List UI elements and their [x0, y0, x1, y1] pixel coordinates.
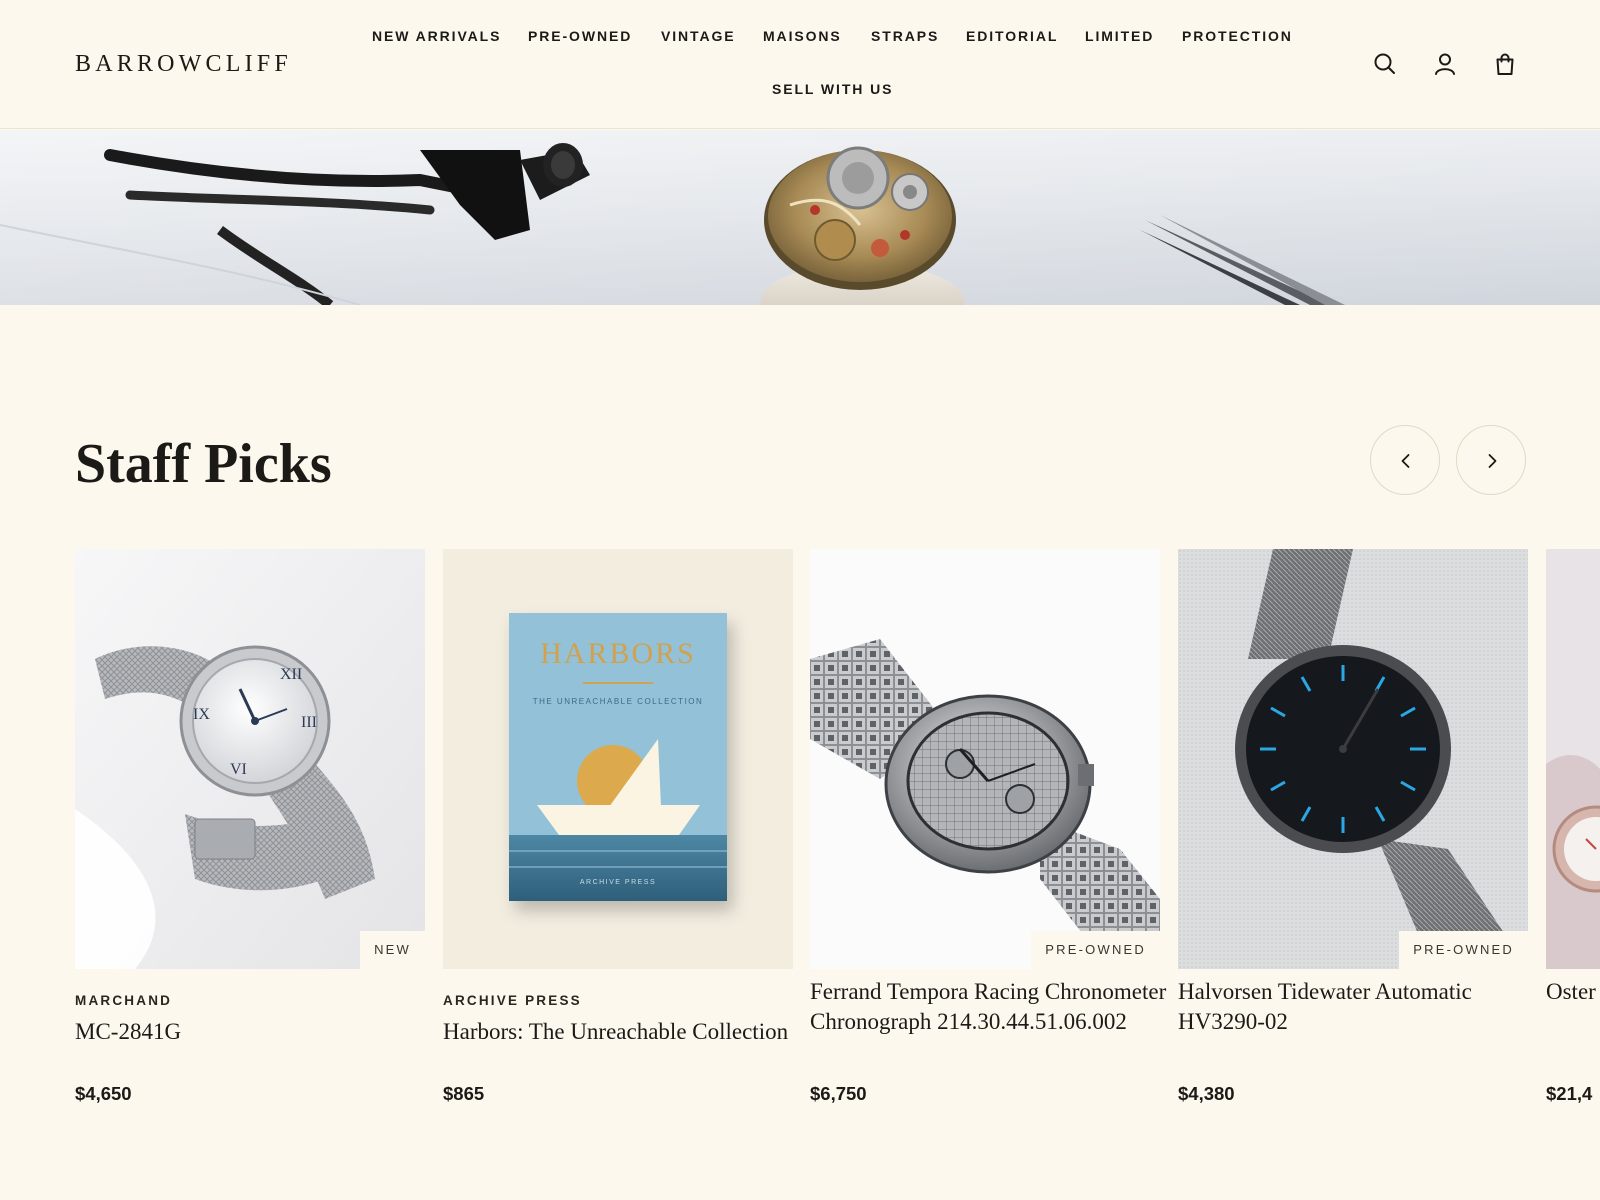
- book-cover-title: HARBORS: [540, 637, 696, 670]
- nav-item-vintage[interactable]: VINTAGE: [661, 26, 736, 46]
- product-name[interactable]: Halvorsen Tidewater Automatic HV3290-02: [1178, 977, 1538, 1037]
- product-brand: MARCHAND: [75, 993, 173, 1008]
- nav-item-straps[interactable]: STRAPS: [871, 26, 939, 46]
- product-name[interactable]: MC-2841G: [75, 1017, 435, 1047]
- svg-text:VI: VI: [230, 761, 247, 778]
- account-icon[interactable]: [1432, 51, 1458, 77]
- product-badge: PRE-OWNED: [1031, 931, 1160, 969]
- nav-item-limited[interactable]: LIMITED: [1085, 26, 1154, 46]
- carousel-next-button[interactable]: [1456, 425, 1526, 495]
- product-image[interactable]: PRE-OWNED: [810, 549, 1160, 969]
- product-card[interactable]: PRE-OWNED Ferrand Tempora Racing Chronom…: [810, 549, 1166, 1109]
- svg-text:XII: XII: [280, 666, 302, 683]
- nav-item-editorial[interactable]: EDITORIAL: [966, 26, 1058, 46]
- bag-icon[interactable]: [1492, 51, 1518, 77]
- product-card[interactable]: PRE-OWNED Halvorsen Tidewater Automatic …: [1178, 549, 1528, 1109]
- nav-item-protection[interactable]: PROTECTION: [1182, 26, 1293, 46]
- product-badge: PRE-OWNED: [1399, 931, 1528, 969]
- book-cover-publisher: ARCHIVE PRESS: [580, 879, 656, 886]
- book-cover-subtitle: THE UNREACHABLE COLLECTION: [533, 697, 704, 706]
- nav-item-sell-with-us[interactable]: SELL WITH US: [772, 79, 893, 99]
- svg-text:IX: IX: [193, 706, 210, 723]
- product-price: $865: [443, 1083, 485, 1104]
- product-image[interactable]: HARBORS THE UNREACHABLE COLLECTION ARCHI…: [443, 549, 793, 969]
- product-card[interactable]: XII III VI IX NEW MARCHAND MC-2841G: [75, 549, 425, 1109]
- product-brand: ARCHIVE PRESS: [443, 993, 582, 1008]
- product-price: $21,4: [1546, 1083, 1593, 1104]
- product-badge: NEW: [360, 931, 425, 969]
- product-name[interactable]: Oster: [1546, 977, 1600, 1007]
- product-image[interactable]: [1546, 549, 1600, 969]
- nav-item-pre-owned[interactable]: PRE-OWNED: [528, 26, 632, 46]
- chevron-left-icon: [1401, 454, 1410, 468]
- product-card[interactable]: HARBORS THE UNREACHABLE COLLECTION ARCHI…: [443, 549, 793, 1109]
- hero-banner: [0, 130, 1600, 305]
- site-header: BARROWCLIFF NEW ARRIVALS PRE-OWNED VINTA…: [0, 0, 1600, 129]
- product-price: $4,650: [75, 1083, 132, 1104]
- nav-item-new-arrivals[interactable]: NEW ARRIVALS: [372, 26, 501, 46]
- product-price: $6,750: [810, 1083, 867, 1104]
- product-image[interactable]: XII III VI IX NEW: [75, 549, 425, 969]
- nav-item-maisons[interactable]: MAISONS: [763, 26, 842, 46]
- svg-text:III: III: [301, 714, 317, 731]
- carousel-prev-button[interactable]: [1370, 425, 1440, 495]
- chevron-right-icon: [1488, 454, 1497, 468]
- product-name[interactable]: Harbors: The Unreachable Collection: [443, 1017, 803, 1047]
- product-price: $4,380: [1178, 1083, 1235, 1104]
- section-title: Staff Picks: [75, 433, 332, 495]
- search-icon[interactable]: [1372, 51, 1398, 77]
- product-card[interactable]: Oster: [1546, 549, 1600, 1109]
- product-name[interactable]: Ferrand Tempora Racing Chronometer Chron…: [810, 977, 1170, 1037]
- product-image[interactable]: PRE-OWNED: [1178, 549, 1528, 969]
- site-logo[interactable]: BARROWCLIFF: [75, 50, 292, 78]
